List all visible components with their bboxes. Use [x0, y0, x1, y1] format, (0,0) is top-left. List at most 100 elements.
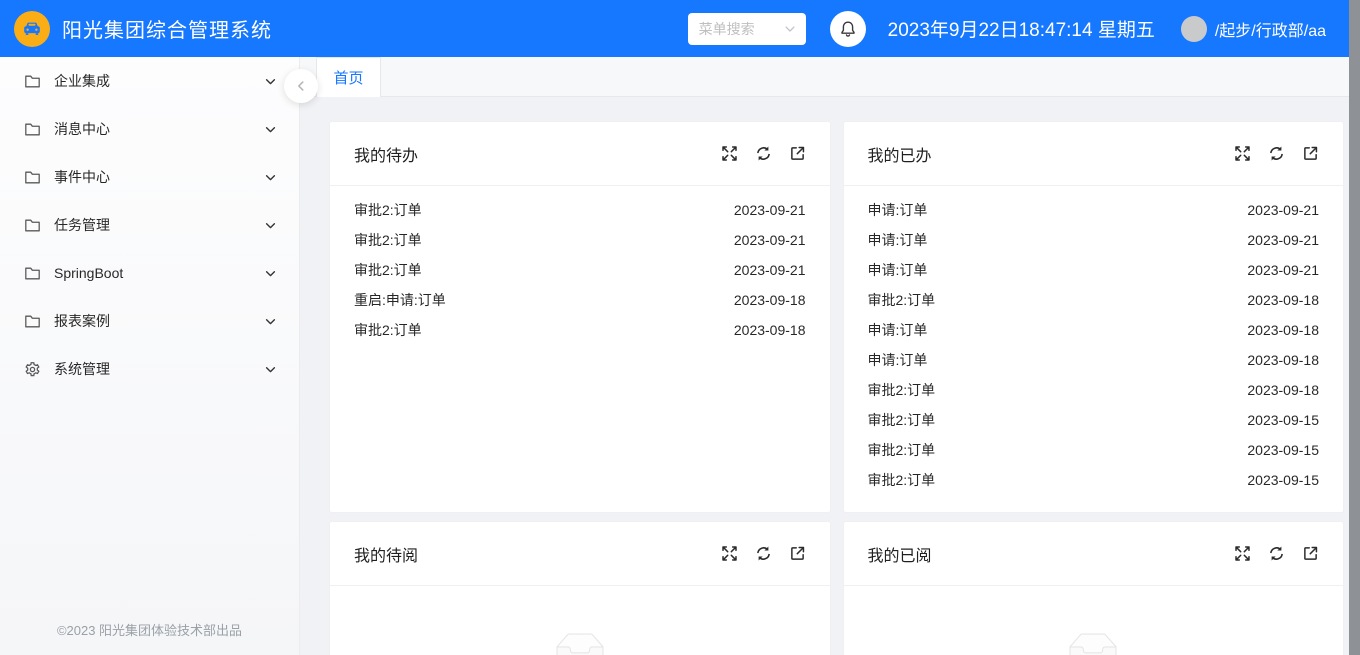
item-date: 2023-09-18 [733, 292, 806, 308]
card-my-done: 我的已办 申请:订单 2023-09-21 申请:订单 2023-09-21 申… [842, 121, 1344, 513]
folder-icon [24, 265, 42, 282]
folder-icon [24, 121, 42, 138]
app-logo [14, 10, 50, 47]
refresh-icon[interactable] [1268, 145, 1285, 162]
card-header: 我的已阅 [843, 522, 1343, 586]
sidebar-item-label: 任务管理 [54, 217, 110, 233]
scrollbar-thumb[interactable] [1349, 0, 1360, 655]
card-actions [721, 145, 806, 162]
export-icon[interactable] [789, 145, 806, 162]
item-date: 2023-09-21 [733, 202, 806, 218]
list-item[interactable]: 审批2:订单 2023-09-15 [868, 405, 1320, 435]
app-title: 阳光集团综合管理系统 [62, 20, 272, 42]
card-title: 我的已阅 [867, 547, 932, 565]
folder-icon [24, 217, 42, 234]
list-item[interactable]: 审批2:订单 2023-09-21 [354, 195, 806, 225]
chevron-down-icon [264, 363, 277, 376]
main-area: 首页 我的待办 审批2:订单 2023-09-21 审批2:订单 2023-09… [300, 57, 1360, 655]
folder-icon [24, 313, 42, 330]
list-item[interactable]: 重启:申请:订单 2023-09-18 [354, 285, 806, 315]
top-header-bar: 阳光集团综合管理系统 菜单搜索 2023年9月22日18:47:14 星期五 /… [0, 0, 1360, 57]
card-header: 我的待办 [330, 122, 830, 186]
header-datetime: 2023年9月22日18:47:14 星期五 [887, 20, 1155, 41]
refresh-icon[interactable] [755, 145, 772, 162]
item-title: 审批2:订单 [867, 442, 936, 458]
notification-button[interactable] [829, 10, 866, 47]
sidebar-nav: 企业集成 消息中心 事件中心 任务管理 SpringBoot 报表案例 系统管理… [0, 57, 300, 655]
list-item[interactable]: 审批2:订单 2023-09-18 [354, 315, 806, 345]
copyright-footer: ©2023 阳光集团体验技术部出品 [56, 623, 243, 638]
card-my-read: 我的已阅 [842, 521, 1344, 655]
folder-icon [24, 169, 42, 186]
menu-search-select[interactable]: 菜单搜索 [687, 12, 806, 45]
item-date: 2023-09-21 [1247, 202, 1319, 218]
toread-empty-state [330, 586, 830, 655]
sidebar-item[interactable]: SpringBoot [0, 249, 299, 297]
tab-bar: 首页 [300, 57, 1360, 97]
sidebar-item-label: 报表案例 [54, 313, 110, 329]
sidebar-item[interactable]: 任务管理 [0, 201, 299, 249]
sidebar-item-label: 企业集成 [54, 73, 110, 89]
sidebar-item[interactable]: 事件中心 [0, 153, 299, 201]
list-item[interactable]: 申请:订单 2023-09-18 [868, 345, 1320, 375]
export-icon[interactable] [1302, 145, 1319, 162]
list-item[interactable]: 审批2:订单 2023-09-15 [868, 435, 1320, 465]
page-scrollbar [1349, 0, 1360, 655]
car-icon [21, 18, 43, 40]
item-title: 审批2:订单 [867, 382, 936, 398]
todo-list: 审批2:订单 2023-09-21 审批2:订单 2023-09-21 审批2:… [330, 186, 830, 512]
item-date: 2023-09-18 [1247, 382, 1319, 398]
item-date: 2023-09-18 [733, 322, 806, 338]
item-date: 2023-09-18 [1247, 322, 1319, 338]
sidebar-item[interactable]: 企业集成 [0, 57, 299, 105]
card-title: 我的已办 [867, 147, 932, 165]
chevron-down-icon [264, 315, 277, 328]
user-avatar[interactable] [1180, 15, 1207, 42]
item-date: 2023-09-21 [1247, 232, 1319, 248]
item-title: 申请:订单 [867, 322, 928, 338]
sidebar-item-label: SpringBoot [54, 265, 124, 281]
card-actions [1234, 145, 1319, 162]
item-date: 2023-09-21 [733, 262, 806, 278]
sidebar-item[interactable]: 系统管理 [0, 345, 299, 393]
sidebar-item[interactable]: 消息中心 [0, 105, 299, 153]
list-item[interactable]: 申请:订单 2023-09-21 [868, 195, 1320, 225]
card-header: 我的待阅 [330, 522, 830, 586]
export-icon[interactable] [1302, 545, 1319, 562]
sidebar-collapse-button[interactable] [284, 69, 318, 103]
refresh-icon[interactable] [755, 545, 772, 562]
item-title: 申请:订单 [867, 202, 928, 218]
list-item[interactable]: 审批2:订单 2023-09-18 [868, 375, 1320, 405]
chevron-down-icon [264, 75, 277, 88]
item-title: 申请:订单 [867, 232, 928, 248]
expand-icon[interactable] [721, 545, 738, 562]
item-title: 审批2:订单 [354, 262, 422, 278]
item-date: 2023-09-18 [1247, 292, 1319, 308]
item-date: 2023-09-15 [1247, 442, 1319, 458]
list-item[interactable]: 申请:订单 2023-09-18 [868, 315, 1320, 345]
item-title: 申请:订单 [867, 352, 928, 368]
expand-icon[interactable] [1234, 145, 1251, 162]
list-item[interactable]: 审批2:订单 2023-09-18 [868, 285, 1320, 315]
list-item[interactable]: 申请:订单 2023-09-21 [868, 255, 1320, 285]
tab-home[interactable]: 首页 [316, 57, 381, 97]
refresh-icon[interactable] [1268, 545, 1285, 562]
list-item[interactable]: 审批2:订单 2023-09-21 [354, 225, 806, 255]
card-my-toread: 我的待阅 [329, 521, 831, 655]
bell-icon [838, 19, 858, 39]
user-path-label[interactable]: /起步/行政部/aa [1215, 17, 1326, 41]
list-item[interactable]: 申请:订单 2023-09-21 [868, 225, 1320, 255]
done-list: 申请:订单 2023-09-21 申请:订单 2023-09-21 申请:订单 … [844, 186, 1344, 512]
chevron-down-icon [264, 267, 277, 280]
item-date: 2023-09-15 [1247, 412, 1319, 428]
expand-icon[interactable] [721, 145, 738, 162]
sidebar-item[interactable]: 报表案例 [0, 297, 299, 345]
chevron-down-icon [264, 123, 277, 136]
item-title: 审批2:订单 [354, 232, 422, 248]
folder-icon [24, 73, 42, 90]
list-item[interactable]: 审批2:订单 2023-09-15 [868, 465, 1320, 495]
chevron-down-icon [264, 219, 277, 232]
export-icon[interactable] [789, 545, 806, 562]
list-item[interactable]: 审批2:订单 2023-09-21 [354, 255, 806, 285]
expand-icon[interactable] [1234, 545, 1251, 562]
